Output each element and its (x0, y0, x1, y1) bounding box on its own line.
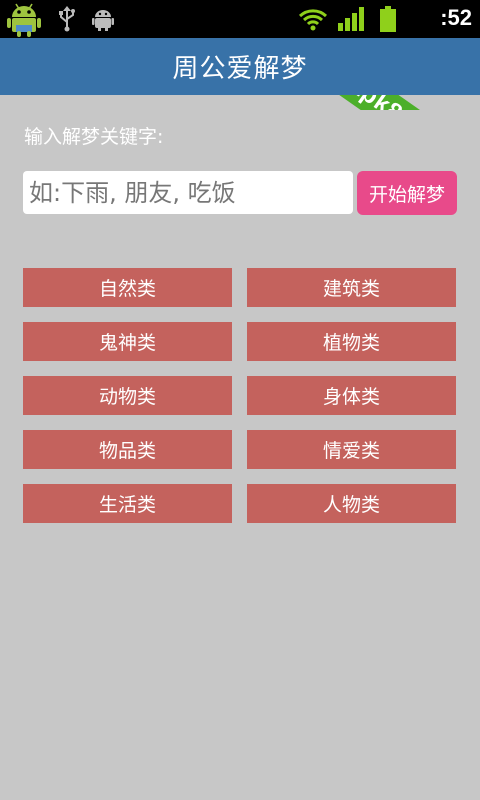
usb-icon (58, 6, 76, 36)
category-button-animals[interactable]: 动物类 (23, 376, 232, 415)
category-button-nature[interactable]: 自然类 (23, 268, 232, 307)
category-button-body[interactable]: 身体类 (247, 376, 456, 415)
category-button-people[interactable]: 人物类 (247, 484, 456, 523)
category-button-love[interactable]: 情爱类 (247, 430, 456, 469)
category-grid: 自然类 建筑类 鬼神类 植物类 动物类 身体类 物品类 情爱类 生活类 人物类 (23, 268, 457, 523)
debug-icon (92, 7, 114, 35)
signal-icon (338, 7, 366, 35)
category-button-items[interactable]: 物品类 (23, 430, 232, 469)
search-prompt-label: 输入解梦关键字: (24, 126, 164, 148)
title-bar: 周公爱解梦 (0, 38, 480, 95)
page-title: 周公爱解梦 (172, 54, 308, 84)
category-button-architecture[interactable]: 建筑类 (247, 268, 456, 307)
status-time: :52 (440, 5, 472, 30)
status-bar: :52 (0, 0, 480, 38)
category-button-plants[interactable]: 植物类 (247, 322, 456, 361)
wifi-icon (298, 7, 328, 35)
start-interpret-button[interactable]: 开始解梦 (357, 171, 457, 215)
android-icon (6, 1, 42, 41)
category-button-life[interactable]: 生活类 (23, 484, 232, 523)
category-button-ghosts[interactable]: 鬼神类 (23, 322, 232, 361)
search-input[interactable] (23, 171, 353, 214)
battery-icon (380, 6, 396, 36)
